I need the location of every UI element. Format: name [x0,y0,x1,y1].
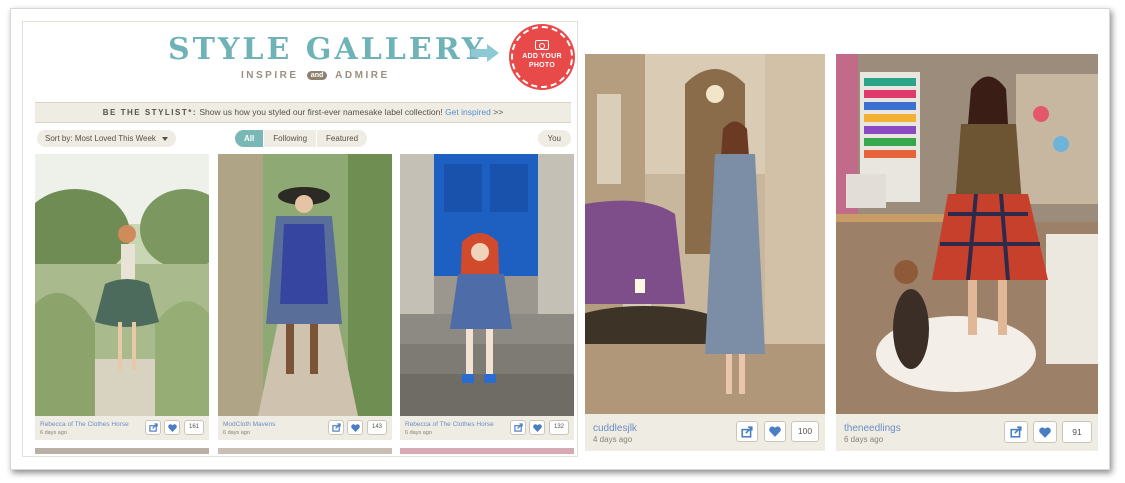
subtitle-and-badge: and [306,70,328,80]
be-the-stylist-banner: BE THE STYLIST*: Show us how you styled … [35,102,571,123]
love-count: 132 [549,420,569,435]
card-age: 6 days ago [40,430,67,436]
share-icon [1010,426,1022,438]
photo-card[interactable]: Rebecca of The Clothes Horse 6 days ago … [35,154,209,440]
chevron-down-icon [162,136,169,141]
gallery-controls: Sort by: Most Loved This Week All Follow… [35,130,571,148]
sort-dropdown[interactable]: Sort by: Most Loved This Week [37,130,177,147]
love-button[interactable] [347,420,363,435]
camera-icon [535,40,549,50]
share-icon [741,425,753,438]
gallery-title: STYLE GALLERY [168,32,487,67]
card-author[interactable]: cuddlesjlk [593,423,637,434]
card-age: 6 days ago [844,435,884,444]
card-age: 6 days ago [405,430,432,436]
heart-icon [532,423,542,432]
banner-text: Show us how you styled our first-ever na… [197,107,446,117]
share-icon [148,423,158,432]
get-inspired-link[interactable]: Get inspired [445,107,491,117]
banner-lead: BE THE STYLIST*: [102,108,198,117]
share-icon [331,423,341,432]
gallery-subtitle: INSPIRE and ADMIRE [241,70,390,81]
subtitle-admire: ADMIRE [335,70,390,81]
tab-you[interactable]: You [537,130,571,147]
card-author[interactable]: theneedlings [844,423,901,434]
share-icon [513,423,523,432]
gallery-header: STYLE GALLERY INSPIRE and ADMIRE ADD YOU… [23,22,577,102]
sort-label: Sort by: [45,134,73,143]
love-button[interactable] [164,420,180,435]
heart-icon [1039,426,1051,438]
card-age: 6 days ago [223,430,250,436]
card-author[interactable]: Rebecca of The Clothes Horse [40,421,129,428]
love-count: 161 [184,420,204,435]
outfit-photo[interactable] [400,154,574,416]
next-row-peek [400,448,574,454]
filter-tabs: All Following Featured [235,130,368,147]
heart-icon [350,423,360,432]
love-button[interactable] [764,421,786,442]
tab-all[interactable]: All [235,130,265,147]
share-button[interactable] [1004,421,1028,443]
add-your-photo-button[interactable]: ADD YOUR PHOTO [511,26,573,88]
photo-card[interactable]: cuddlesjlk 4 days ago 100 [585,54,825,451]
next-row-peek [35,448,209,454]
love-button[interactable] [1033,421,1057,443]
add-photo-label-1: ADD YOUR [522,53,562,60]
share-button[interactable] [510,420,526,435]
love-count: 143 [367,420,387,435]
outfit-photo[interactable] [585,54,825,414]
card-age: 4 days ago [593,435,633,444]
heart-icon [167,423,177,432]
next-row-peek [218,448,392,454]
photo-card[interactable]: theneedlings 6 days ago 91 [836,54,1098,451]
love-count: 91 [1062,421,1092,443]
banner-suffix: >> [490,107,504,117]
tab-following[interactable]: Following [264,130,318,147]
share-button[interactable] [145,420,161,435]
style-gallery-panel: STYLE GALLERY INSPIRE and ADMIRE ADD YOU… [22,21,578,457]
photo-card[interactable]: ModCloth Mavens 6 days ago 143 [218,154,392,440]
love-button[interactable] [529,420,545,435]
share-button[interactable] [736,421,758,442]
photo-card[interactable]: Rebecca of The Clothes Horse 6 days ago … [400,154,574,440]
outfit-photo[interactable] [35,154,209,416]
subtitle-inspire: INSPIRE [241,70,299,81]
card-author[interactable]: ModCloth Mavens [223,421,275,428]
card-author[interactable]: Rebecca of The Clothes Horse [405,421,494,428]
tab-featured[interactable]: Featured [317,130,368,147]
arrow-right-icon [471,44,499,62]
share-button[interactable] [328,420,344,435]
love-count: 100 [791,421,819,442]
sort-value: Most Loved This Week [74,134,156,143]
add-photo-label-2: PHOTO [528,62,556,69]
outfit-photo[interactable] [836,54,1098,414]
outfit-photo[interactable] [218,154,392,416]
heart-icon [769,426,781,437]
